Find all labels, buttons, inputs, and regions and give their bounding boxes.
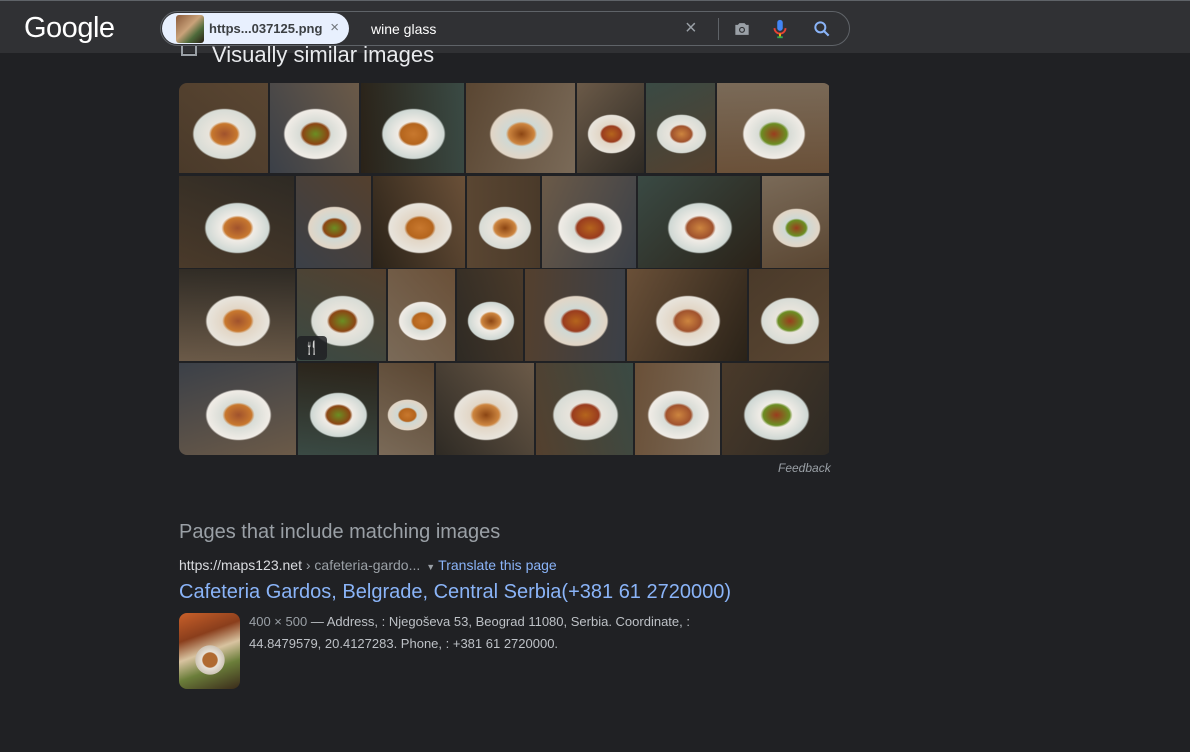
similar-image-tile[interactable] <box>762 176 829 268</box>
similar-image-tile[interactable] <box>179 363 296 455</box>
similar-image-tile[interactable] <box>298 363 377 455</box>
snippet-line-2: 44.8479579, 20.4127283. Phone, : +381 61… <box>249 636 559 651</box>
similar-image-tile[interactable] <box>577 83 644 173</box>
similar-image-tile[interactable] <box>466 83 575 173</box>
similar-image-tile[interactable] <box>467 176 540 268</box>
fork-knife-icon: 🍴 <box>297 336 327 360</box>
similar-image-tile[interactable] <box>373 176 465 268</box>
remove-image-icon[interactable]: × <box>330 19 339 36</box>
feedback-link[interactable]: Feedback <box>778 461 831 475</box>
similar-image-tile[interactable] <box>179 83 268 173</box>
similar-image-tile[interactable] <box>179 269 295 361</box>
similar-image-tile[interactable] <box>457 269 523 361</box>
translate-link[interactable]: Translate this page <box>438 557 557 573</box>
section-title-similar: Visually similar images <box>212 42 435 67</box>
similar-image-tile[interactable] <box>525 269 625 361</box>
result-breadcrumb: https://maps123.net › cafeteria-gardo...… <box>179 557 557 573</box>
google-logo[interactable]: Google <box>24 12 115 45</box>
image-search-icon <box>181 46 197 56</box>
result-snippet: 400 × 500 — Address, : Njegoševa 53, Beo… <box>249 611 769 655</box>
similar-image-tile[interactable] <box>717 83 829 173</box>
similar-image-tile[interactable] <box>635 363 720 455</box>
similar-image-tile[interactable] <box>270 83 359 173</box>
similar-image-tile[interactable] <box>361 83 464 173</box>
similar-image-tile[interactable] <box>542 176 636 268</box>
similar-image-tile[interactable] <box>379 363 434 455</box>
result-title-link[interactable]: Cafeteria Gardos, Belgrade, Central Serb… <box>179 581 731 604</box>
similar-image-tile[interactable] <box>722 363 829 455</box>
image-query-chip[interactable]: https...037125.png × <box>162 13 349 44</box>
image-query-filename: https...037125.png <box>209 21 323 36</box>
similar-image-tile[interactable] <box>749 269 829 361</box>
microphone-icon[interactable] <box>771 18 789 40</box>
result-path: › cafeteria-gardo... <box>301 557 421 573</box>
snippet-line-1: — Address, : Njegoševa 53, Beograd 11080… <box>307 614 690 629</box>
top-bar: Google https...037125.png × wine glass × <box>0 0 1190 53</box>
search-input[interactable]: wine glass <box>371 21 436 37</box>
similar-image-tile[interactable] <box>627 269 747 361</box>
result-image-size: 400 × 500 <box>249 614 308 629</box>
search-box[interactable]: https...037125.png × wine glass × <box>160 11 850 46</box>
similar-image-tile[interactable] <box>388 269 455 361</box>
similar-images-grid <box>179 83 831 455</box>
similar-image-tile[interactable] <box>536 363 633 455</box>
similar-image-tile[interactable] <box>179 176 294 268</box>
section-title-pages: Pages that include matching images <box>179 521 501 543</box>
caret-down-icon[interactable]: ▼ <box>426 562 435 572</box>
divider <box>718 18 719 40</box>
similar-image-tile[interactable] <box>436 363 534 455</box>
result-thumbnail[interactable] <box>179 613 240 689</box>
similar-image-tile[interactable] <box>646 83 715 173</box>
camera-icon[interactable] <box>732 19 752 39</box>
search-icon[interactable] <box>812 19 832 39</box>
image-query-thumbnail <box>176 14 204 43</box>
similar-image-tile[interactable] <box>638 176 760 268</box>
similar-image-tile[interactable] <box>296 176 371 268</box>
clear-icon[interactable]: × <box>685 17 697 40</box>
result-site-url[interactable]: https://maps123.net <box>179 557 302 573</box>
